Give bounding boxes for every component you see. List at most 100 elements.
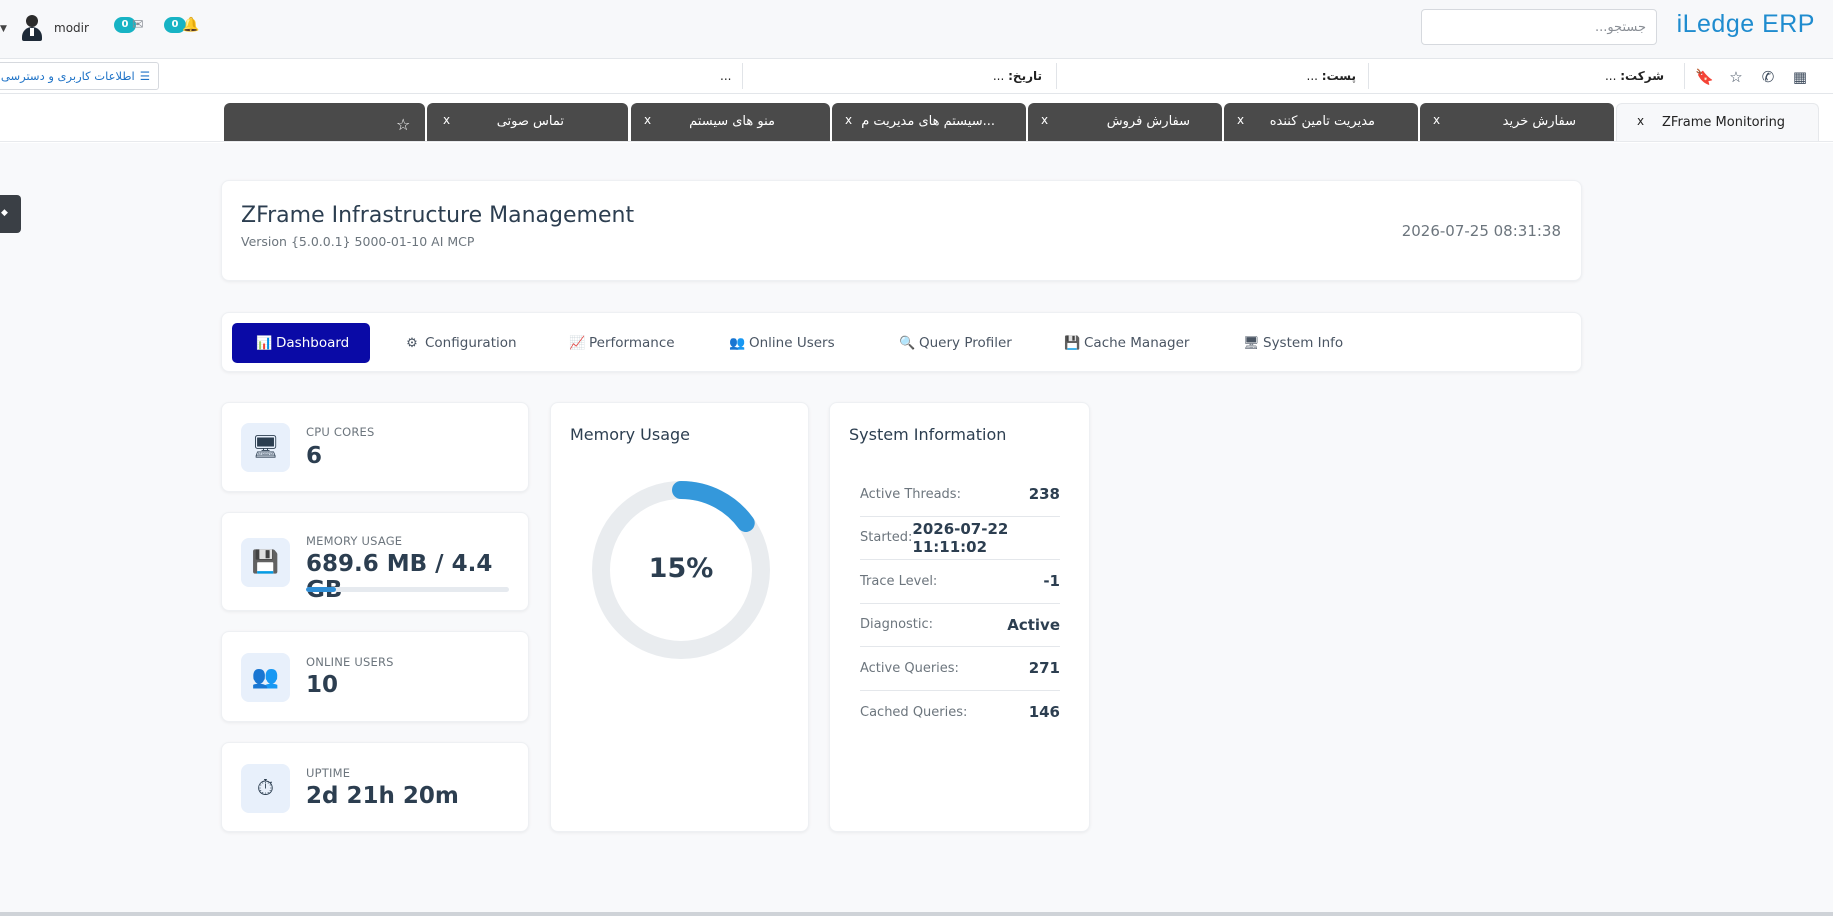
memory-usage-chart-card: Memory Usage 15% xyxy=(550,402,809,832)
nav-label: Dashboard xyxy=(276,335,350,351)
tab-purchase-order[interactable]: x سفارش خرید xyxy=(1420,103,1614,141)
phone-icon[interactable]: ✆ xyxy=(1759,68,1777,86)
info-key: Started: xyxy=(860,530,913,546)
arrow-icon: ◆ xyxy=(1,208,8,218)
magnifier-icon: 🔍 xyxy=(899,335,916,351)
info-toolbar: ▦ ✆ ☆ 🔖 شرکت: ... پست: ... تاریخ: ... ..… xyxy=(0,59,1833,94)
company-value: ... xyxy=(1604,69,1617,83)
info-key: Trace Level: xyxy=(860,573,938,589)
user-access-button[interactable]: ☰ اطلاعات کاربری و دسترسی xyxy=(0,62,159,90)
tab-close-button[interactable]: x xyxy=(1433,113,1440,127)
floppy-icon: 💾 xyxy=(241,538,290,587)
tab-close-button[interactable]: x xyxy=(845,113,852,127)
nav-performance[interactable]: 📈 Performance xyxy=(559,323,685,363)
tab-bar: x ZFrame Monitoring x سفارش خرید x مدیری… xyxy=(0,94,1833,142)
cpu-cores-card: 🖥 CPU CORES 6 xyxy=(221,402,529,492)
stat-label: CPU CORES xyxy=(306,425,375,439)
system-information-card: System Information Active Threads: 238 S… xyxy=(829,402,1090,832)
online-users-card: 👥 ONLINE USERS 10 xyxy=(221,631,529,722)
star-icon[interactable]: ☆ xyxy=(396,115,410,134)
tab-close-button[interactable]: x xyxy=(1637,114,1644,128)
chevron-down-icon[interactable]: ▼ xyxy=(0,24,7,34)
tab-management-systems[interactable]: x سیستم های مدیریت م... xyxy=(832,103,1026,141)
list-item: Cached Queries: 146 xyxy=(860,691,1060,735)
post-field[interactable]: پست: ... xyxy=(1307,69,1357,83)
card-title: Memory Usage xyxy=(570,425,691,444)
memory-progress-fill xyxy=(306,587,337,592)
info-value: -1 xyxy=(1043,572,1060,591)
nav-label: Query Profiler xyxy=(919,335,1012,351)
tab-close-button[interactable]: x xyxy=(1237,113,1244,127)
page-header-card: ZFrame Infrastructure Management Version… xyxy=(221,180,1582,281)
tab-close-button[interactable]: x xyxy=(1041,113,1048,127)
tab-sales-order[interactable]: x سفارش فروش xyxy=(1028,103,1222,141)
app-logo[interactable]: iLedge ERP xyxy=(1677,10,1815,39)
stopwatch-icon: ⏱ xyxy=(241,764,290,813)
chart-icon: 📊 xyxy=(256,335,273,351)
tab-label: مدیریت تامین کننده xyxy=(1269,114,1375,129)
version-text: Version {5.0.0.1} 5000-01-10 AI MCP xyxy=(241,234,475,249)
monitor-icon: 🖥 xyxy=(1243,335,1260,351)
company-label: شرکت: xyxy=(1620,69,1664,83)
notifications-button[interactable]: 0 🔔 xyxy=(164,17,199,33)
envelope-icon: ✉ xyxy=(132,17,144,33)
tab-zframe-monitoring[interactable]: x ZFrame Monitoring xyxy=(1616,103,1819,141)
nav-online-users[interactable]: 👥 Online Users xyxy=(719,323,845,363)
nav-query-profiler[interactable]: 🔍 Query Profiler xyxy=(889,323,1022,363)
search-input[interactable] xyxy=(1421,9,1657,45)
nav-dashboard[interactable]: 📊 Dashboard xyxy=(232,323,370,363)
nav-label: Performance xyxy=(589,335,675,351)
nav-cache-manager[interactable]: 💾 Cache Manager xyxy=(1054,323,1199,363)
messages-button[interactable]: 0 ✉ xyxy=(114,17,144,33)
user-access-label: اطلاعات کاربری و دسترسی xyxy=(0,69,135,83)
tab-close-button[interactable]: x xyxy=(443,113,450,127)
stat-label: ONLINE USERS xyxy=(306,655,394,669)
gear-icon: ⚙ xyxy=(406,335,418,351)
user-menu[interactable]: ▼ modir xyxy=(0,14,89,42)
date-field[interactable]: تاریخ: ... xyxy=(993,69,1042,83)
memory-usage-card: 💾 MEMORY USAGE 689.6 MB / 4.4 GB xyxy=(221,512,529,611)
info-value: 2026-07-22 11:11:02 xyxy=(912,519,1009,556)
tab-supplier-management[interactable]: x مدیریت تامین کننده xyxy=(1224,103,1418,141)
tab-label: منو های سیستم xyxy=(689,114,775,129)
info-value: 271 xyxy=(1028,659,1060,678)
company-field[interactable]: شرکت: ... xyxy=(1605,69,1664,83)
menu-list-icon: ☰ xyxy=(139,69,150,83)
bookmark-icon[interactable]: 🔖 xyxy=(1695,68,1714,86)
tab-system-menus[interactable]: x منو های سیستم xyxy=(631,103,830,141)
users-icon: 👥 xyxy=(241,653,290,702)
list-item: Trace Level: -1 xyxy=(860,560,1060,604)
nav-system-info[interactable]: 🖥 System Info xyxy=(1233,323,1353,363)
stat-value: 10 xyxy=(306,672,339,698)
nav-configuration[interactable]: ⚙ Configuration xyxy=(395,323,527,363)
tab-label: سفارش خرید xyxy=(1502,114,1576,129)
info-value: 238 xyxy=(1028,485,1060,504)
stat-label: UPTIME xyxy=(306,766,351,780)
stat-value: 6 xyxy=(306,443,323,469)
floppy-icon: 💾 xyxy=(1064,335,1081,351)
list-item: Active Threads: 238 xyxy=(860,473,1060,517)
tab-add-favorite[interactable]: ☆ xyxy=(224,103,425,141)
info-value: 146 xyxy=(1028,703,1060,722)
monitor-icon: 🖥 xyxy=(241,423,290,472)
tab-label: سفارش فروش xyxy=(1106,114,1190,129)
line-chart-icon: 📈 xyxy=(569,335,586,351)
side-panel-toggle[interactable]: ◆ xyxy=(0,195,21,233)
avatar[interactable] xyxy=(20,14,44,42)
grid-icon[interactable]: ▦ xyxy=(1791,68,1809,86)
page-title: ZFrame Infrastructure Management xyxy=(241,203,635,228)
memory-progress-bar xyxy=(306,587,509,592)
tab-close-button[interactable]: x xyxy=(644,113,651,127)
nav-label: Cache Manager xyxy=(1084,335,1190,351)
stat-value: 689.6 MB / 4.4 GB xyxy=(306,551,493,603)
tab-label: ZFrame Monitoring xyxy=(1662,115,1786,130)
tab-voice-call[interactable]: x تماس صوتی xyxy=(427,103,628,141)
star-icon[interactable]: ☆ xyxy=(1727,68,1745,86)
user-name[interactable]: modir xyxy=(54,21,89,35)
uptime-card: ⏱ UPTIME 2d 21h 20m xyxy=(221,742,529,832)
list-item: Active Queries: 271 xyxy=(860,647,1060,691)
info-key: Active Queries: xyxy=(860,660,959,676)
tab-label: تماس صوتی xyxy=(496,114,564,129)
card-title: System Information xyxy=(849,425,1007,444)
info-key: Active Threads: xyxy=(860,486,961,502)
